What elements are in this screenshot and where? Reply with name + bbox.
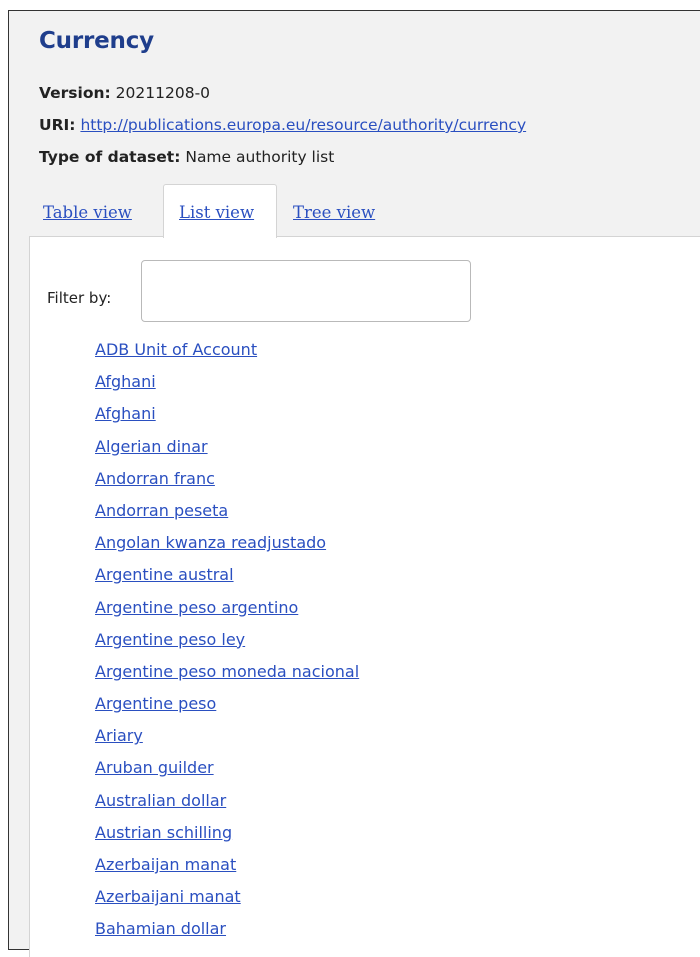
currency-list: ADB Unit of Account Afghani Afghani Alge…	[95, 338, 359, 950]
currency-link[interactable]: Argentine austral	[95, 565, 234, 584]
filter-label: Filter by:	[47, 289, 112, 307]
currency-link[interactable]: Ariary	[95, 726, 143, 745]
list-item: Andorran franc	[95, 467, 359, 499]
list-item: Algerian dinar	[95, 435, 359, 467]
list-item: Azerbaijani manat	[95, 885, 359, 917]
list-item: Azerbaijan manat	[95, 853, 359, 885]
tab-table-view[interactable]: Table view	[43, 203, 132, 222]
list-item: Bahamian dollar	[95, 917, 359, 949]
list-item: Afghani	[95, 402, 359, 434]
uri-line: URI: http://publications.europa.eu/resou…	[39, 116, 526, 134]
currency-link[interactable]: Australian dollar	[95, 791, 226, 810]
currency-link[interactable]: Aruban guilder	[95, 758, 214, 777]
list-item: Afghani	[95, 370, 359, 402]
version-value: 20211208-0	[115, 84, 211, 102]
currency-link[interactable]: Argentine peso argentino	[95, 598, 298, 617]
currency-link[interactable]: Afghani	[95, 404, 156, 423]
currency-link[interactable]: Argentine peso ley	[95, 630, 245, 649]
currency-link[interactable]: Azerbaijan manat	[95, 855, 236, 874]
currency-link[interactable]: ADB Unit of Account	[95, 340, 257, 359]
uri-label: URI:	[39, 116, 76, 134]
page-title: Currency	[39, 28, 154, 54]
currency-link[interactable]: Andorran franc	[95, 469, 215, 488]
dataset-type-line: Type of dataset: Name authority list	[39, 148, 334, 166]
list-item: Ariary	[95, 724, 359, 756]
dataset-type-label: Type of dataset:	[39, 148, 181, 166]
list-item: Andorran peseta	[95, 499, 359, 531]
list-item: Argentine peso moneda nacional	[95, 660, 359, 692]
list-item: Argentine peso ley	[95, 628, 359, 660]
currency-link[interactable]: Austrian schilling	[95, 823, 232, 842]
currency-link[interactable]: Argentine peso moneda nacional	[95, 662, 359, 681]
list-item: Australian dollar	[95, 789, 359, 821]
currency-link[interactable]: Algerian dinar	[95, 437, 208, 456]
filter-input[interactable]	[141, 260, 471, 322]
list-item: Argentine austral	[95, 563, 359, 595]
currency-link[interactable]: Bahamian dollar	[95, 919, 226, 938]
version-line: Version: 20211208-0	[39, 84, 210, 102]
dataset-type-value: Name authority list	[185, 148, 335, 166]
tab-list-view[interactable]: List view	[179, 203, 254, 222]
tab-tree-view[interactable]: Tree view	[293, 203, 375, 222]
list-item: Argentine peso	[95, 692, 359, 724]
list-item: ADB Unit of Account	[95, 338, 359, 370]
uri-link[interactable]: http://publications.europa.eu/resource/a…	[80, 116, 526, 134]
list-item: Aruban guilder	[95, 756, 359, 788]
list-item: Argentine peso argentino	[95, 596, 359, 628]
version-label: Version:	[39, 84, 111, 102]
currency-link[interactable]: Afghani	[95, 372, 156, 391]
list-item: Angolan kwanza readjustado	[95, 531, 359, 563]
currency-link[interactable]: Andorran peseta	[95, 501, 228, 520]
currency-link[interactable]: Argentine peso	[95, 694, 216, 713]
list-item: Austrian schilling	[95, 821, 359, 853]
currency-link[interactable]: Angolan kwanza readjustado	[95, 533, 326, 552]
currency-link[interactable]: Azerbaijani manat	[95, 887, 241, 906]
